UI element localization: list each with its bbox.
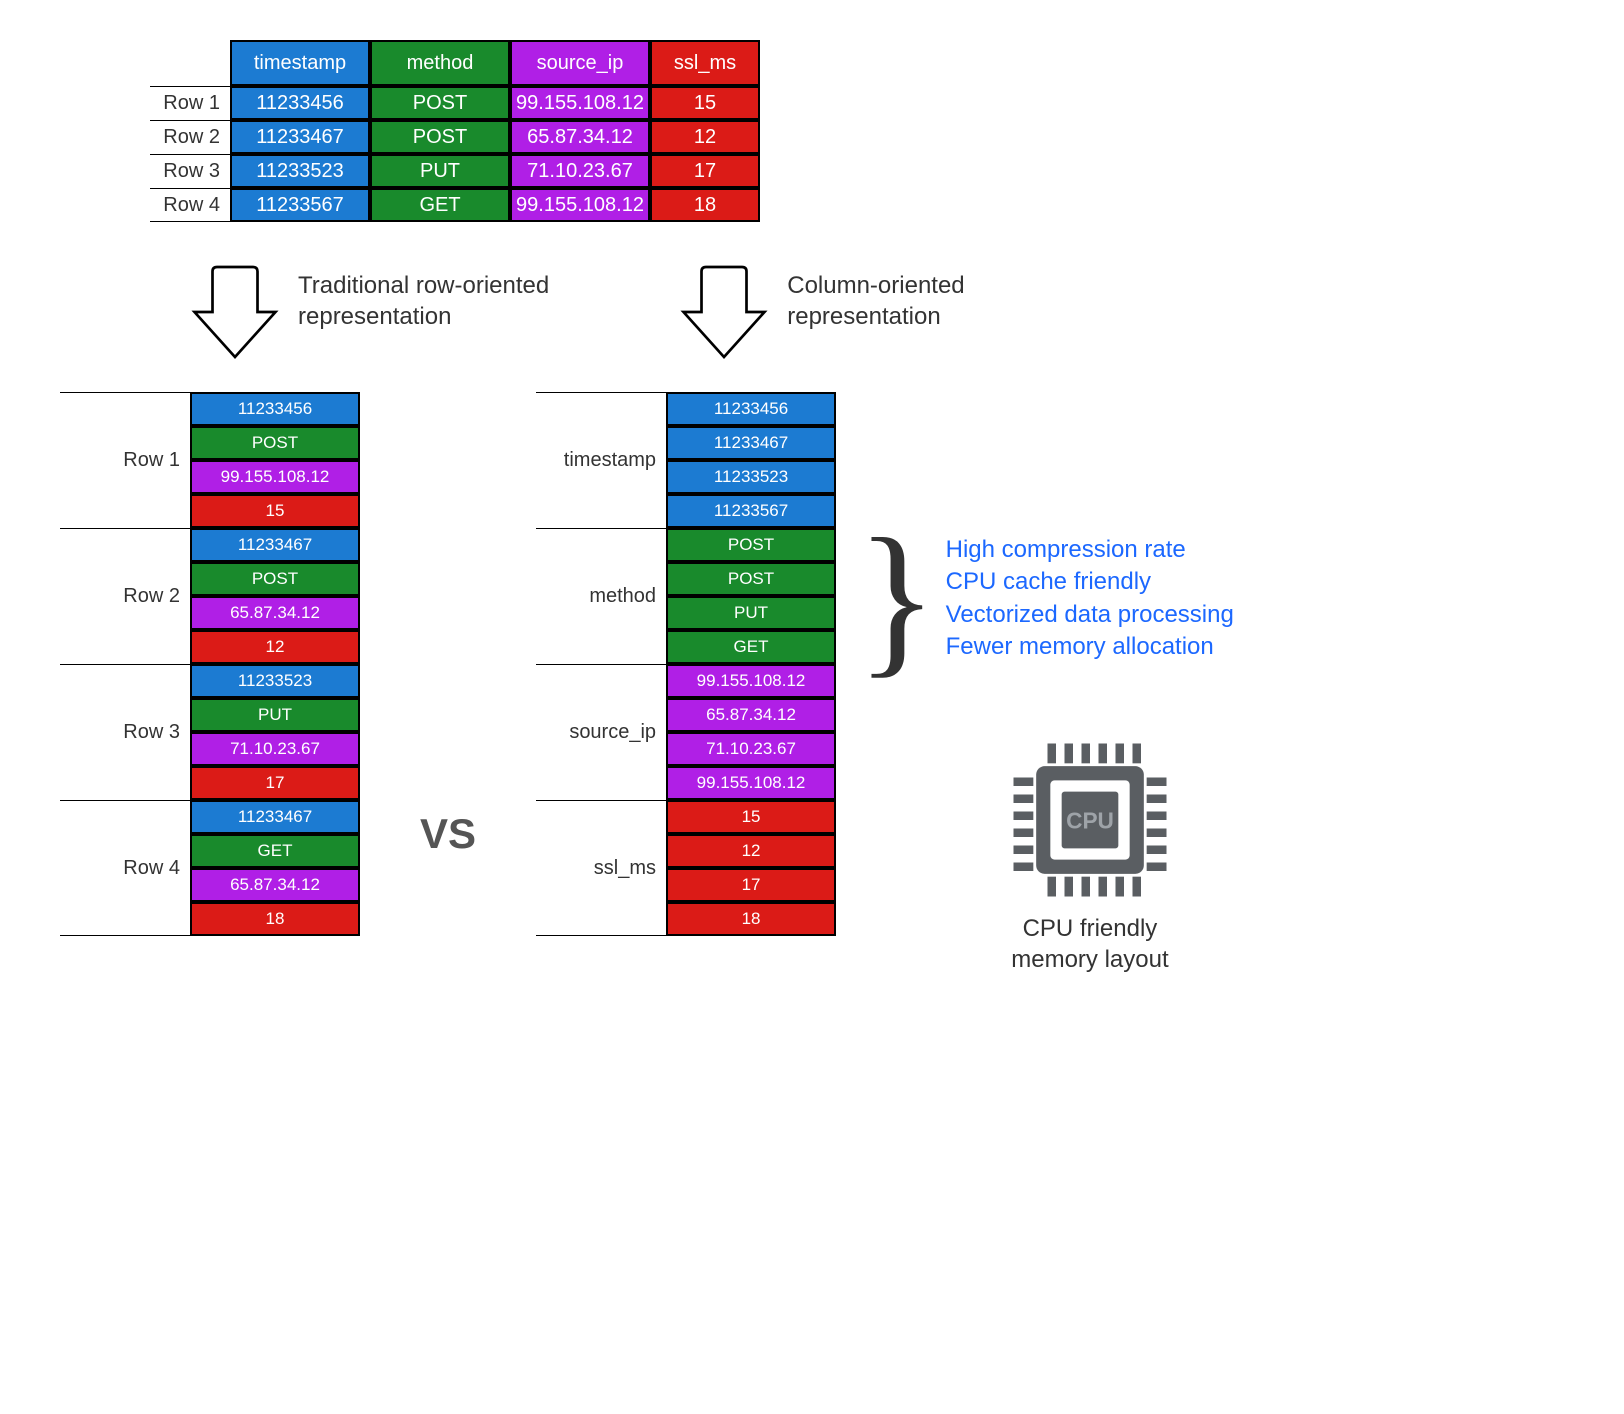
arrow-col-oriented: Column-oriented representation [679,262,964,362]
cpu-caption: CPU friendly memory layout [946,913,1234,975]
cell: 11233456 [190,392,360,426]
group-label: Row 1 [60,392,190,528]
header-ssl-ms: ssl_ms [650,40,760,86]
group-label: source_ip [536,664,666,800]
cell: 11233467 [230,120,370,154]
cell: 11233523 [666,460,836,494]
cell: POST [370,120,510,154]
cell: 99.155.108.12 [190,460,360,494]
cell: 71.10.23.67 [190,732,360,766]
row-label: Row 2 [150,120,230,154]
header-timestamp: timestamp [230,40,370,86]
group-label: ssl_ms [536,800,666,936]
benefits-list: High compression rate CPU cache friendly… [946,534,1234,664]
cell: 71.10.23.67 [510,154,650,188]
arrow-label: Traditional row-oriented representation [298,262,549,332]
group-label: timestamp [536,392,666,528]
arrow-row-oriented: Traditional row-oriented representation [190,262,549,362]
cell: 11233467 [190,528,360,562]
cell: 99.155.108.12 [510,188,650,222]
cell: POST [666,562,836,596]
col-ssl-ms: ssl_ms 15 12 17 18 [650,40,760,222]
cell: 99.155.108.12 [666,766,836,800]
row-oriented-layout: Row 1Row 2Row 3Row 4 11233456POST99.155.… [60,392,360,936]
cell: 18 [650,188,760,222]
col-source-ip: source_ip 99.155.108.12 65.87.34.12 71.1… [510,40,650,222]
cell: 65.87.34.12 [190,868,360,902]
cell: 15 [666,800,836,834]
cell: 11233456 [666,392,836,426]
cell: 17 [666,868,836,902]
cell: 11233567 [230,188,370,222]
group-label: Row 2 [60,528,190,664]
cell: 99.155.108.12 [510,86,650,120]
col-timestamp: timestamp 11233456 11233467 11233523 112… [230,40,370,222]
curly-brace-icon: } [856,522,938,675]
cell: 15 [650,86,760,120]
cell: 12 [190,630,360,664]
cell: 65.87.34.12 [190,596,360,630]
cell: 18 [190,902,360,936]
cell: GET [190,834,360,868]
header-source-ip: source_ip [510,40,650,86]
cell: 11233467 [666,426,836,460]
cell: 71.10.23.67 [666,732,836,766]
cell: GET [370,188,510,222]
cell: 99.155.108.12 [666,664,836,698]
row-label: Row 1 [150,86,230,120]
cell: 15 [190,494,360,528]
cell: POST [370,86,510,120]
arrow-label: Column-oriented representation [787,262,964,332]
cell: 11233567 [666,494,836,528]
vs-label: VS [420,510,476,858]
cell: POST [190,562,360,596]
row-labels: Row 1 Row 2 Row 3 Row 4 [150,40,230,222]
cell: 18 [666,902,836,936]
cell: POST [190,426,360,460]
cell: 12 [666,834,836,868]
cpu-chip-icon: CPU [1005,735,1175,905]
annotations: } High compression rate CPU cache friend… [856,392,1234,976]
cell: 12 [650,120,760,154]
cell: 65.87.34.12 [666,698,836,732]
cell: PUT [666,596,836,630]
row-label: Row 4 [150,188,230,222]
svg-text:CPU: CPU [1066,808,1114,834]
cell: 11233523 [230,154,370,188]
down-arrow-icon [679,262,769,362]
cell: 65.87.34.12 [510,120,650,154]
benefit: CPU cache friendly [946,566,1234,598]
header-method: method [370,40,510,86]
source-table: Row 1 Row 2 Row 3 Row 4 timestamp 112334… [150,40,1564,222]
cell: 17 [190,766,360,800]
cell: GET [666,630,836,664]
benefit: Fewer memory allocation [946,631,1234,663]
group-label: method [536,528,666,664]
cell: PUT [370,154,510,188]
down-arrow-icon [190,262,280,362]
row-label: Row 3 [150,154,230,188]
cell: 11233467 [190,800,360,834]
group-label: Row 3 [60,664,190,800]
benefit: Vectorized data processing [946,599,1234,631]
cell: 11233523 [190,664,360,698]
benefit: High compression rate [946,534,1234,566]
cell: 17 [650,154,760,188]
cell: PUT [190,698,360,732]
col-method: method POST POST PUT GET [370,40,510,222]
cell: POST [666,528,836,562]
cell: 11233456 [230,86,370,120]
group-label: Row 4 [60,800,190,936]
column-oriented-layout: timestampmethodsource_ipssl_ms 112334561… [536,392,836,936]
